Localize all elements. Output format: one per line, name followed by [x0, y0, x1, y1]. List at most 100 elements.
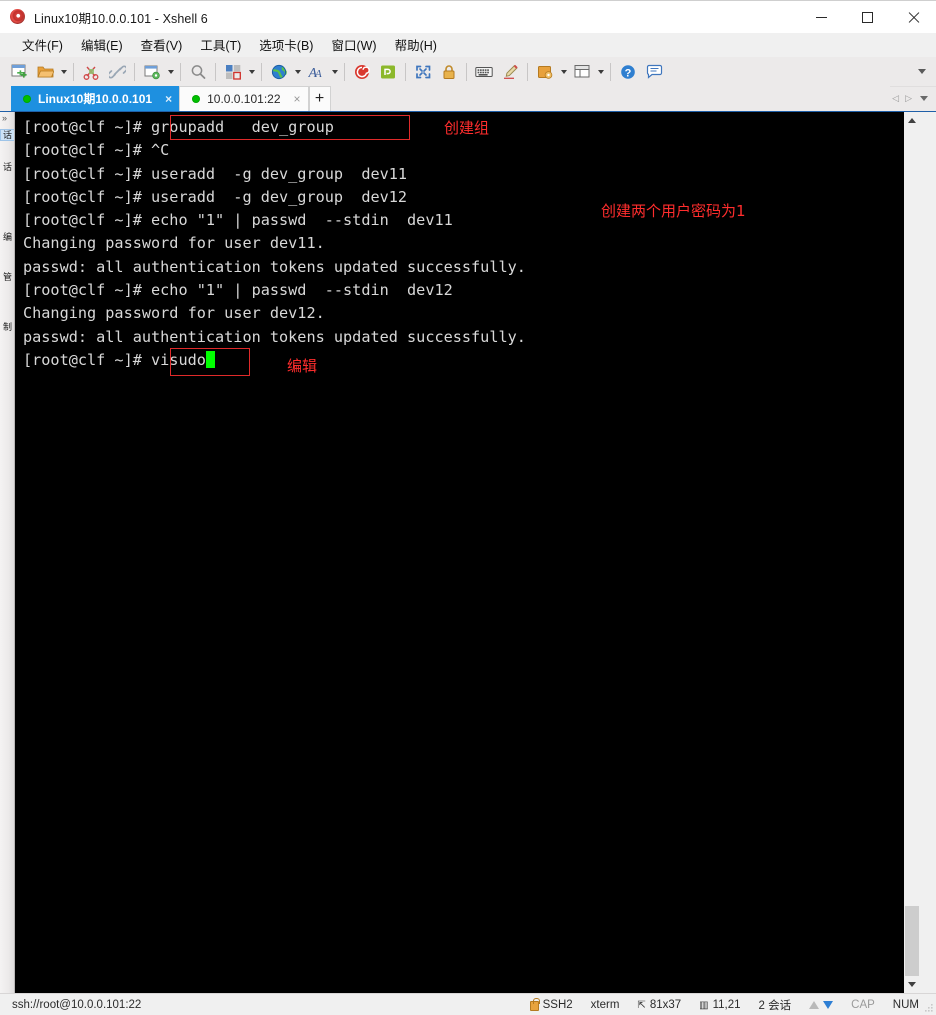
- status-cursor-position[interactable]: ▥ 11,21: [690, 999, 749, 1011]
- xshell-icon[interactable]: [349, 60, 375, 84]
- search-icon[interactable]: [185, 60, 211, 84]
- menu-view[interactable]: 查看(V): [132, 33, 192, 57]
- keyboard-icon[interactable]: [471, 60, 497, 84]
- globe-icon[interactable]: [266, 60, 292, 84]
- toolbar-divider: [610, 62, 611, 81]
- terminal-cursor: [205, 350, 216, 368]
- status-connection-url: ssh://root@10.0.0.101:22: [12, 998, 142, 1011]
- minimize-button[interactable]: [798, 1, 844, 33]
- menu-help[interactable]: 帮助(H): [386, 33, 446, 57]
- tab-close-icon[interactable]: ×: [162, 93, 175, 105]
- menu-tabs[interactable]: 选项卡(B): [250, 33, 322, 57]
- dock-item-session-manager[interactable]: 话: [0, 129, 14, 141]
- toolbar-divider: [180, 62, 181, 81]
- status-terminal-type[interactable]: xterm: [582, 999, 629, 1011]
- svg-text:?: ?: [624, 67, 631, 79]
- lock-icon[interactable]: [436, 60, 462, 84]
- compose-pane-dropdown-icon[interactable]: [595, 60, 606, 84]
- status-protocol[interactable]: SSH2: [521, 998, 582, 1011]
- tab-10-0-0-101-22[interactable]: 10.0.0.101:22 ×: [179, 86, 309, 111]
- tab-label: 10.0.0.101:22: [207, 92, 281, 106]
- dock-item-edit-label: 管: [2, 272, 12, 282]
- tab-scroll-right-icon[interactable]: ▷: [903, 93, 914, 104]
- dock-expand-icon[interactable]: »: [2, 114, 7, 123]
- tab-nav-controls: ◁ ▷: [890, 86, 936, 111]
- status-num-lock: NUM: [892, 999, 919, 1011]
- terminal-line: passwd: all authentication tokens update…: [23, 257, 526, 276]
- new-session-icon[interactable]: [6, 60, 32, 84]
- new-tab-button[interactable]: +: [308, 86, 331, 111]
- scroll-up-button[interactable]: [904, 112, 920, 129]
- upload-arrow-icon: [809, 1001, 820, 1009]
- cut-icon[interactable]: [78, 60, 104, 84]
- terminal-prompt: [root@clf ~]#: [23, 350, 152, 369]
- quick-command-dropdown-icon[interactable]: [558, 60, 569, 84]
- toolbar-overflow-icon[interactable]: [916, 66, 928, 78]
- terminal-line: passwd: all authentication tokens update…: [23, 327, 526, 346]
- tab-scroll-left-icon[interactable]: ◁: [890, 93, 901, 104]
- status-session-count[interactable]: 2 会话: [750, 997, 801, 1013]
- status-transfer-indicators: [800, 1001, 842, 1009]
- dock-item-extra: 制: [2, 322, 12, 332]
- globe-dropdown-icon[interactable]: [292, 60, 303, 84]
- scrollbar-track[interactable]: [904, 129, 920, 976]
- status-right-group: SSH2 xterm ⇱ 81x37 ▥ 11,21 2 会话 CAP NUM: [521, 994, 928, 1015]
- tab-list-dropdown-icon[interactable]: [920, 96, 928, 101]
- status-size-label: 81x37: [649, 999, 682, 1011]
- compose-pane-icon[interactable]: [569, 60, 595, 84]
- terminal-line: [root@clf ~]# useradd -g dev_group dev12: [23, 187, 408, 206]
- tab-bar: Linux10期10.0.0.101 × 10.0.0.101:22 × + ◁…: [0, 86, 936, 112]
- help-icon[interactable]: ?: [615, 60, 641, 84]
- dock-item-edit[interactable]: 编: [1, 232, 14, 242]
- menu-bar: 文件(F) 编辑(E) 查看(V) 工具(T) 选项卡(B) 窗口(W) 帮助(…: [0, 33, 936, 57]
- layout-icon[interactable]: [220, 60, 246, 84]
- close-button[interactable]: [890, 1, 936, 33]
- resize-icon: ⇱: [637, 999, 646, 1011]
- scrollbar-thumb[interactable]: [905, 906, 919, 976]
- xshell-spiral-icon: [10, 9, 26, 25]
- menu-tools[interactable]: 工具(T): [191, 33, 250, 57]
- terminal-line: [root@clf ~]# groupadd dev_group: [23, 118, 334, 136]
- download-arrow-icon: [823, 1001, 834, 1009]
- open-folder-icon[interactable]: [32, 60, 58, 84]
- highlight-pen-icon[interactable]: [497, 60, 523, 84]
- terminal-command-input[interactable]: visudo: [151, 351, 206, 369]
- terminal-scrollbar[interactable]: [903, 112, 920, 993]
- cursor-pos-icon: ▥: [699, 999, 709, 1011]
- resize-grip-icon[interactable]: [924, 1003, 934, 1013]
- tab-linux10[interactable]: Linux10期10.0.0.101 ×: [11, 86, 180, 111]
- window-controls: [798, 1, 936, 33]
- status-protocol-label: SSH2: [542, 999, 573, 1011]
- font-icon[interactable]: A A: [303, 60, 329, 84]
- xftp-icon[interactable]: [375, 60, 401, 84]
- quick-command-icon[interactable]: [532, 60, 558, 84]
- terminal-screen[interactable]: [root@clf ~]# groupadd dev_group [root@c…: [15, 112, 903, 993]
- toolbar-divider: [134, 62, 135, 81]
- chat-icon[interactable]: [641, 60, 667, 84]
- link-icon[interactable]: [104, 60, 130, 84]
- xshell-window: Linux10期10.0.0.101 - Xshell 6 文件(F) 编辑(E…: [0, 0, 936, 1015]
- toolbar-divider: [527, 62, 528, 81]
- toolbar-divider: [73, 62, 74, 81]
- font-dropdown-icon[interactable]: [329, 60, 340, 84]
- maximize-button[interactable]: [844, 1, 890, 33]
- fullscreen-icon[interactable]: [410, 60, 436, 84]
- layout-dropdown-icon[interactable]: [246, 60, 257, 84]
- side-dock: » 话 话 编 管 制: [0, 112, 15, 993]
- scroll-down-button[interactable]: [904, 976, 920, 993]
- status-terminal-size[interactable]: ⇱ 81x37: [628, 999, 690, 1011]
- open-folder-dropdown-icon[interactable]: [58, 60, 69, 84]
- menu-file[interactable]: 文件(F): [13, 33, 72, 57]
- terminal-line: [root@clf ~]# ^C: [23, 141, 170, 160]
- window-title: Linux10期10.0.0.101 - Xshell 6: [34, 11, 208, 26]
- session-properties-dropdown-icon[interactable]: [165, 60, 176, 84]
- title-bar: Linux10期10.0.0.101 - Xshell 6: [0, 1, 936, 33]
- terminal-line: [root@clf ~]# echo "1" | passwd --stdin …: [23, 281, 453, 300]
- status-caps-lock: CAP: [851, 999, 875, 1011]
- menu-window[interactable]: 窗口(W): [322, 33, 385, 57]
- session-properties-icon[interactable]: [139, 60, 165, 84]
- menu-edit[interactable]: 编辑(E): [72, 33, 132, 57]
- window-scrollbar-gutter: [920, 112, 936, 993]
- tab-bar-edge: [0, 86, 11, 111]
- tab-close-icon[interactable]: ×: [291, 93, 304, 105]
